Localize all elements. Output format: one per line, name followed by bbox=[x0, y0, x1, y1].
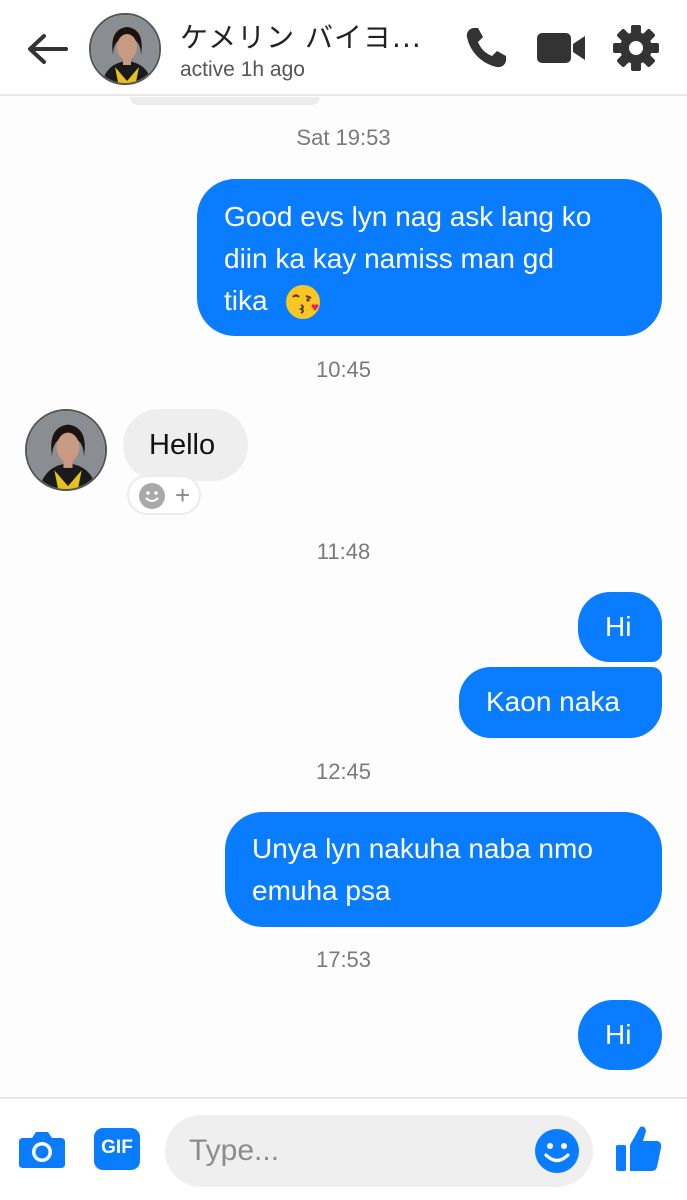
contact-avatar[interactable] bbox=[89, 13, 161, 85]
gear-icon[interactable] bbox=[610, 22, 662, 74]
gif-icon[interactable]: GIF bbox=[94, 1128, 140, 1170]
contact-avatar[interactable] bbox=[25, 409, 107, 491]
outgoing-message[interactable]: Unya lyn nakuha naba nmo emuha psa bbox=[225, 812, 662, 927]
message-text: Good evs lyn nag ask lang ko bbox=[224, 201, 592, 232]
contact-name[interactable]: ケメリン バイヨ... bbox=[180, 16, 422, 56]
timestamp: 10:45 bbox=[315, 357, 372, 382]
message-text: tika bbox=[224, 285, 268, 316]
outgoing-message[interactable]: Kaon naka bbox=[459, 667, 662, 738]
active-status: active 1h ago bbox=[180, 58, 305, 81]
timestamp: Sat 19:53 bbox=[296, 125, 391, 150]
previous-message-bubble bbox=[130, 97, 320, 105]
timestamp: 11:48 bbox=[316, 539, 371, 564]
message-input-box[interactable] bbox=[165, 1115, 593, 1187]
message-text: Hi bbox=[605, 1019, 632, 1050]
camera-icon[interactable] bbox=[17, 1124, 67, 1174]
outgoing-message[interactable]: Good evs lyn nag ask lang ko diin ka kay… bbox=[197, 179, 662, 336]
phone-icon[interactable] bbox=[460, 22, 512, 74]
thumbs-up-icon[interactable] bbox=[614, 1123, 664, 1175]
kissing-face-emoji-icon bbox=[286, 285, 320, 319]
video-camera-icon[interactable] bbox=[535, 22, 587, 74]
message-text: diin ka kay namiss man gd bbox=[224, 243, 554, 274]
timestamp: 12:45 bbox=[315, 759, 372, 784]
outgoing-message[interactable]: Hi bbox=[578, 592, 662, 662]
smiley-icon[interactable] bbox=[534, 1128, 580, 1174]
message-text: Hi bbox=[605, 611, 632, 642]
message-input[interactable] bbox=[189, 1115, 529, 1187]
plus-icon: + bbox=[175, 480, 191, 510]
message-text: emuha psa bbox=[252, 875, 391, 906]
smiley-icon bbox=[139, 483, 165, 509]
chat-header: ケメリン バイヨ... active 1h ago bbox=[0, 0, 687, 96]
timestamp: 17:53 bbox=[315, 947, 372, 972]
outgoing-message[interactable]: Hi bbox=[578, 1000, 662, 1070]
message-text: Kaon naka bbox=[486, 686, 620, 717]
message-text: Hello bbox=[149, 429, 216, 461]
message-text: Unya lyn nakuha naba nmo bbox=[252, 833, 593, 864]
add-reaction-button[interactable]: + bbox=[127, 475, 201, 515]
message-composer: GIF bbox=[0, 1097, 687, 1200]
arrow-left-icon[interactable] bbox=[22, 28, 72, 70]
incoming-message[interactable]: Hello bbox=[123, 409, 248, 481]
